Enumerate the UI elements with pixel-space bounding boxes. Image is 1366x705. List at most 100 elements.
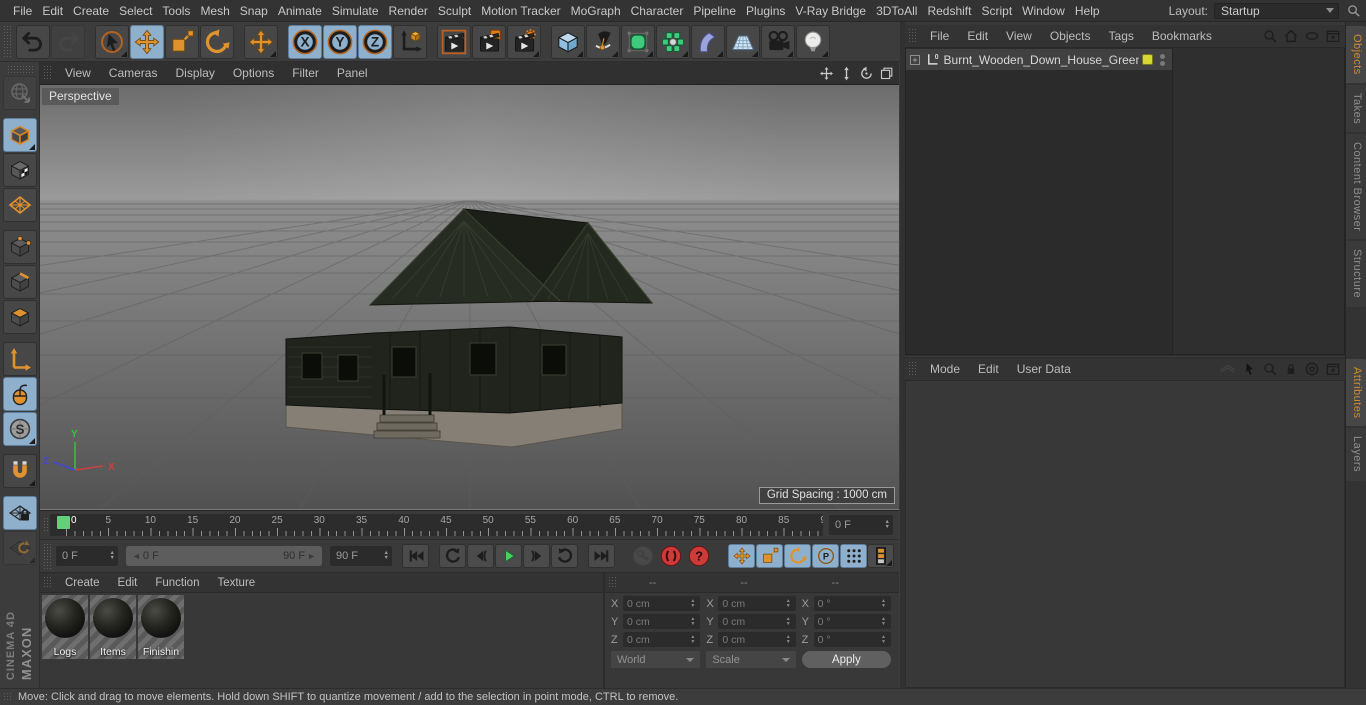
- menu-options[interactable]: Options: [224, 66, 283, 80]
- zoom-view-button[interactable]: [838, 65, 854, 81]
- points-mode-button[interactable]: [2, 230, 37, 264]
- menu-create[interactable]: Create: [56, 572, 109, 594]
- undo-button[interactable]: [16, 24, 50, 59]
- coordinate-input[interactable]: 0 ° ▲ ▼: [813, 614, 891, 629]
- material-items[interactable]: Items: [90, 595, 136, 659]
- menu-character[interactable]: Character: [626, 0, 689, 22]
- menu-tools[interactable]: Tools: [157, 0, 195, 22]
- menu-motion-tracker[interactable]: Motion Tracker: [476, 0, 565, 22]
- menu-function[interactable]: Function: [146, 572, 208, 594]
- move-tool-button[interactable]: [130, 24, 164, 59]
- toolbar-grip[interactable]: [3, 25, 12, 58]
- preview-range-slider[interactable]: ◄ 0 F 90 F ►: [126, 546, 322, 566]
- menu-plugins[interactable]: Plugins: [741, 0, 790, 22]
- last-used-tool-button[interactable]: [244, 24, 278, 59]
- spinner-icon[interactable]: ▲ ▼: [381, 550, 392, 561]
- menu-view[interactable]: View: [56, 66, 100, 80]
- tweak-mode-button[interactable]: [2, 377, 37, 411]
- add-cube-button[interactable]: [551, 24, 585, 59]
- menu-objects[interactable]: Objects: [1041, 25, 1100, 47]
- floor-button[interactable]: [726, 24, 760, 59]
- align-workplane-button[interactable]: [2, 531, 37, 565]
- range-right-arrow-icon[interactable]: ►: [305, 551, 318, 561]
- lock-z-axis-button[interactable]: Z: [358, 24, 392, 59]
- menu-3dtoall[interactable]: 3DToAll: [871, 0, 922, 22]
- edges-mode-button[interactable]: [2, 265, 37, 299]
- menu-bookmarks[interactable]: Bookmarks: [1143, 25, 1221, 47]
- menu-panel[interactable]: Panel: [328, 66, 377, 80]
- menu-simulate[interactable]: Simulate: [327, 0, 384, 22]
- menu-texture[interactable]: Texture: [208, 572, 264, 594]
- menu-edit[interactable]: Edit: [37, 0, 68, 22]
- menu-v-ray-bridge[interactable]: V-Ray Bridge: [790, 0, 871, 22]
- coordinate-input[interactable]: 0 cm ▲ ▼: [718, 614, 796, 629]
- toggle-view-button[interactable]: [878, 65, 894, 81]
- coordinate-input[interactable]: 0 cm ▲ ▼: [718, 632, 796, 647]
- apply-button[interactable]: Apply: [801, 651, 891, 668]
- lock-y-axis-button[interactable]: Y: [323, 24, 357, 59]
- attribute-manager-grip[interactable]: [908, 361, 917, 377]
- spinner-icon[interactable]: ▲ ▼: [882, 519, 893, 530]
- coordinate-input[interactable]: 0 ° ▲ ▼: [813, 596, 891, 611]
- menu-redshift[interactable]: Redshift: [922, 0, 976, 22]
- am-lock-button[interactable]: [1282, 361, 1299, 378]
- render-visibility-dot[interactable]: [1160, 60, 1165, 66]
- tab-attributes[interactable]: Attributes: [1346, 359, 1366, 427]
- workplane-mode-button[interactable]: [2, 188, 37, 222]
- menu-display[interactable]: Display: [166, 66, 223, 80]
- coordinate-input[interactable]: 0 ° ▲ ▼: [813, 632, 891, 647]
- menu-mograph[interactable]: MoGraph: [566, 0, 626, 22]
- spinner-icon[interactable]: ▲ ▼: [878, 617, 889, 626]
- menu-select[interactable]: Select: [114, 0, 157, 22]
- coord-space-dropdown[interactable]: World: [611, 651, 701, 668]
- layout-dropdown[interactable]: Startup: [1214, 2, 1339, 19]
- autokey-button[interactable]: [657, 544, 684, 568]
- play-backwards-button[interactable]: [439, 544, 466, 568]
- spinner-icon[interactable]: ▲ ▼: [783, 617, 794, 626]
- transform-mode-dropdown[interactable]: Scale: [706, 651, 796, 668]
- camera-button[interactable]: [761, 24, 795, 59]
- live-selection-button[interactable]: [95, 24, 129, 59]
- menu-file[interactable]: File: [8, 0, 37, 22]
- make-editable-button[interactable]: [2, 76, 37, 110]
- menu-mesh[interactable]: Mesh: [195, 0, 234, 22]
- render-view-button[interactable]: [437, 24, 471, 59]
- coordinate-input[interactable]: 0 cm ▲ ▼: [718, 596, 796, 611]
- am-fold-button[interactable]: [1219, 361, 1236, 378]
- menu-animate[interactable]: Animate: [273, 0, 327, 22]
- am-add-button[interactable]: [1324, 361, 1341, 378]
- coordinate-manager-grip[interactable]: [608, 576, 617, 589]
- scale-tool-button[interactable]: [165, 24, 199, 59]
- menu-window[interactable]: Window: [1017, 0, 1070, 22]
- menu-cameras[interactable]: Cameras: [100, 66, 167, 80]
- object-row[interactable]: 0 Burnt_Wooden_Down_House_Green: [906, 49, 1172, 70]
- spinner-icon[interactable]: ▲ ▼: [878, 635, 889, 644]
- render-picture-viewer-button[interactable]: [472, 24, 506, 59]
- texture-mode-button[interactable]: [2, 153, 37, 187]
- pan-view-button[interactable]: [818, 65, 834, 81]
- enable-snap-button[interactable]: [2, 454, 37, 488]
- tab-content-browser[interactable]: Content Browser: [1346, 134, 1366, 240]
- menu-pipeline[interactable]: Pipeline: [688, 0, 741, 22]
- rotate-tool-button[interactable]: [200, 24, 234, 59]
- key-scale-button[interactable]: [756, 544, 783, 568]
- menu-file[interactable]: File: [921, 25, 958, 47]
- key-pla-button[interactable]: [840, 544, 867, 568]
- record-keyframe-button[interactable]: [629, 544, 656, 568]
- am-target-button[interactable]: [1303, 361, 1320, 378]
- om-search-button[interactable]: [1261, 28, 1278, 45]
- timeline-ruler[interactable]: 0 5 10 15 20 25 30 35 40 45 50 55 60 65 70 75 80 85 90: [50, 514, 823, 536]
- spinner-icon[interactable]: ▲ ▼: [687, 617, 698, 626]
- om-add-button[interactable]: [1324, 28, 1341, 45]
- transport-grip[interactable]: [43, 543, 52, 569]
- tab-structure[interactable]: Structure: [1346, 241, 1366, 307]
- goto-end-button[interactable]: [588, 544, 615, 568]
- menu-edit[interactable]: Edit: [958, 25, 997, 47]
- attribute-manager-body[interactable]: [905, 381, 1345, 688]
- play-forwards-button[interactable]: [551, 544, 578, 568]
- menu-edit[interactable]: Edit: [969, 358, 1008, 380]
- menu-view[interactable]: View: [997, 25, 1041, 47]
- range-start-field[interactable]: 0 F ▲ ▼: [56, 546, 118, 566]
- key-parameter-button[interactable]: P: [812, 544, 839, 568]
- current-frame-field[interactable]: 0 F ▲ ▼: [829, 515, 893, 535]
